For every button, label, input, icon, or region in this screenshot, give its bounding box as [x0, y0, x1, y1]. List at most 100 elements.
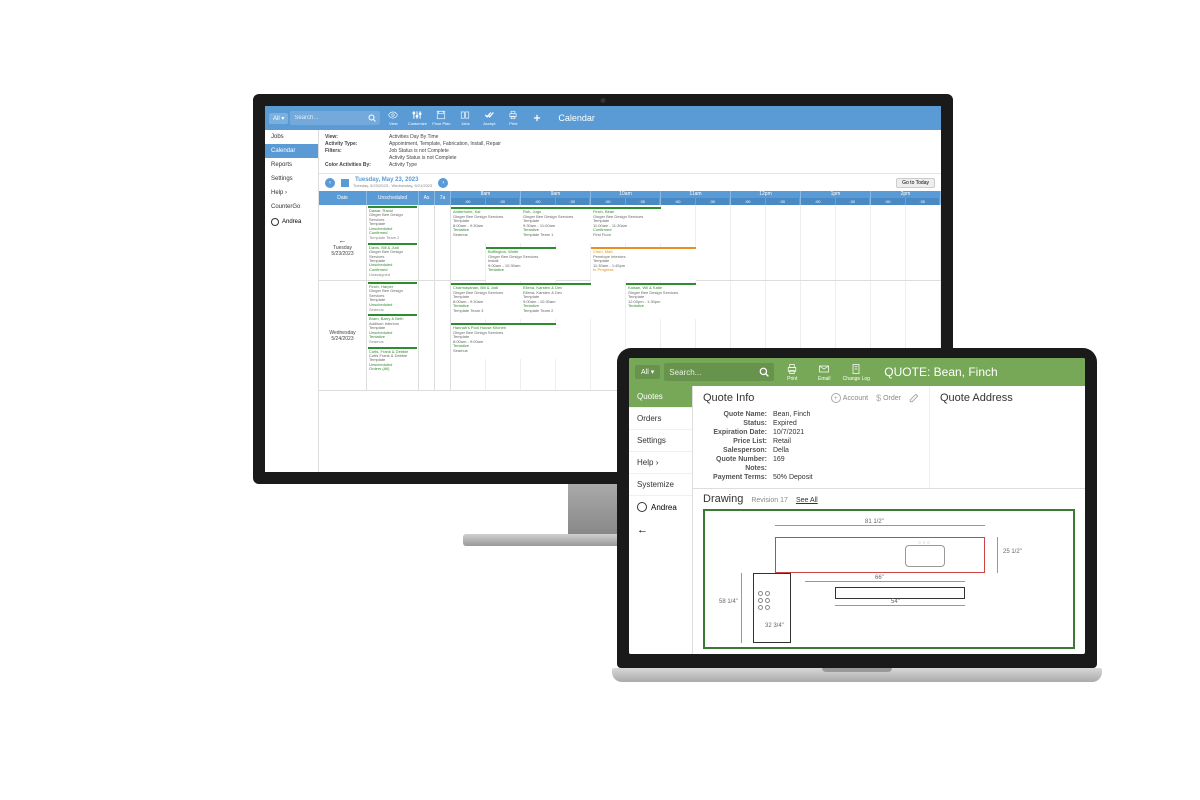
prev-button[interactable]: ‹ — [325, 178, 335, 188]
sidebar-item-calendar[interactable]: Calendar — [265, 144, 318, 158]
calendar-event[interactable]: Buffington, WolfeGinger Bee Design Servi… — [486, 247, 556, 283]
app-title: Calendar — [558, 113, 595, 123]
info-row: Notes: — [703, 464, 919, 473]
search-icon — [759, 367, 769, 377]
print-button[interactable]: Print — [778, 363, 806, 382]
info-value: Della — [773, 447, 789, 454]
changelog-button[interactable]: Change Log — [842, 363, 870, 382]
quote-address-panel: Quote Address — [929, 386, 1085, 488]
chevron-right-icon: › — [656, 458, 659, 467]
quote-sidebar: Quotes Orders Settings Help › Systemize … — [629, 386, 693, 654]
edit-button[interactable] — [909, 393, 919, 403]
pencil-icon — [909, 393, 919, 403]
dim-left: 58 1/4" — [719, 599, 738, 605]
calendar-icon[interactable] — [341, 179, 349, 187]
sink-shape — [905, 545, 945, 567]
account-button[interactable]: +Account — [831, 393, 868, 403]
unscheduled-event[interactable]: Cutts, Frank & DebbieCutts Frank & Debbi… — [368, 347, 417, 374]
drawing-title: Drawing — [703, 493, 743, 505]
dollar-icon: $ — [876, 393, 881, 403]
search-input[interactable]: Search... — [290, 111, 380, 125]
see-all-link[interactable]: See All — [796, 497, 818, 504]
add-button[interactable] — [526, 113, 548, 123]
calendar-datebar: ‹ Tuesday, May 23, 2023 Tuesday, 5/23/20… — [319, 173, 941, 191]
info-label: Expiration Date: — [703, 429, 773, 436]
hours-column: Anderholm, KaiGinger Bee Design Services… — [451, 205, 941, 280]
sidebar-item-countergo[interactable]: CounterGo — [265, 200, 318, 214]
sidebar-item-quotes[interactable]: Quotes — [629, 386, 692, 408]
drawing-revision: Revision 17 — [751, 497, 788, 504]
panel-title: Quote Info — [703, 392, 754, 404]
dim-line — [997, 537, 998, 573]
info-value: Bean, Finch — [773, 411, 810, 418]
calendar-event[interactable]: Hannah's Pool House KitchenGinger Bee De… — [451, 323, 556, 359]
drawing-canvas[interactable]: ○ ○ ○ 81 1/2" — [703, 509, 1075, 649]
sidebar-item-reports[interactable]: Reports — [265, 158, 318, 172]
laptop: All ▾ Search... Print Email Change Log Q… — [612, 348, 1102, 682]
info-row: Status:Expired — [703, 419, 919, 428]
header-hour: 11am:00:30 — [661, 191, 731, 205]
laptop-bezel: All ▾ Search... Print Email Change Log Q… — [617, 348, 1097, 668]
dim-inner2: 54" — [891, 599, 900, 605]
view-button[interactable]: View — [382, 110, 404, 126]
calendar-event[interactable]: Charmayanan, Bill & JodiGinger Bee Desig… — [451, 283, 521, 319]
unscheduled-event[interactable]: Bram, Barry & BethAddison InteriorsTempl… — [368, 314, 417, 345]
goto-today-button[interactable]: Go to Today — [896, 178, 935, 188]
dim-bottom-left: 32 3/4" — [765, 623, 784, 629]
collapse-icon[interactable]: ← — [321, 236, 364, 245]
eye-icon — [388, 110, 398, 120]
panel-title: Quote Address — [940, 392, 1013, 404]
dim-top: 81 1/2" — [865, 519, 884, 525]
sidebar-item-systemize[interactable]: Systemize — [629, 474, 692, 496]
dim-line — [775, 525, 985, 526]
order-button[interactable]: $Order — [876, 393, 901, 403]
day-row: ←Tuesday5/23/2023Dawar, RaoulGinger Bee … — [319, 205, 941, 281]
calendar-filters: View:Activities Day By Time Activity Typ… — [319, 130, 941, 173]
customize-button[interactable]: Customize — [406, 110, 428, 126]
info-label: Quote Number: — [703, 456, 773, 463]
unscheduled-event[interactable]: Dawar, RaoulGinger Bee Design ServicesTe… — [368, 206, 417, 242]
search-input[interactable]: Search... — [664, 363, 774, 381]
save-icon — [436, 110, 446, 120]
calendar-event[interactable]: Anderholm, KaiGinger Bee Design Services… — [451, 207, 521, 243]
sidebar-user[interactable]: Andrea — [265, 214, 318, 230]
scope-dropdown[interactable]: All ▾ — [635, 365, 660, 379]
collapse-sidebar-button[interactable]: ← — [629, 518, 692, 542]
calendar-event[interactable]: Chen, MattPenelope InteriorsTemplate11:3… — [591, 247, 696, 283]
info-row: Quote Number:169 — [703, 455, 919, 464]
scope-dropdown[interactable]: All ▾ — [269, 113, 288, 124]
accept-button[interactable]: Accept — [478, 110, 500, 126]
day-label: Wednesday5/24/2023 — [319, 281, 367, 390]
dim-line — [741, 573, 742, 643]
jobs-button[interactable]: Jobs — [454, 110, 476, 126]
sidebar-item-settings[interactable]: Settings — [265, 172, 318, 186]
sidebar-item-jobs[interactable]: Jobs — [265, 130, 318, 144]
unscheduled-event[interactable]: Finch, HarperGinger Bee Design ServicesT… — [368, 282, 417, 313]
dim-line — [805, 581, 965, 582]
early-column — [435, 205, 451, 280]
calendar-event[interactable]: Finch, BeanGinger Bee Design ServicesTem… — [591, 207, 661, 243]
floorplan-button[interactable]: Floor Plan — [430, 110, 452, 126]
calendar-event[interactable]: Kaisan, Wil & KatieGinger Bee Design Ser… — [626, 283, 696, 319]
dim-right: 25 1/2" — [1003, 549, 1022, 555]
sidebar-item-settings[interactable]: Settings — [629, 430, 692, 452]
sidebar-item-help[interactable]: Help › — [265, 186, 318, 200]
calendar-event[interactable]: Roh, JugoGinger Bee Design ServicesTempl… — [521, 207, 591, 243]
laptop-notch — [822, 348, 892, 358]
sidebar-item-orders[interactable]: Orders — [629, 408, 692, 430]
quote-main: Quote Info +Account $Order Quote Name:Be… — [693, 386, 1085, 654]
quote-body: Quotes Orders Settings Help › Systemize … — [629, 386, 1085, 654]
header-unscheduled: Unscheduled — [367, 191, 419, 205]
chevron-down-icon: ▾ — [281, 116, 284, 122]
quote-app-screen: All ▾ Search... Print Email Change Log Q… — [629, 358, 1085, 654]
unscheduled-event[interactable]: Davis, Bill & JudiGinger Bee Design Serv… — [368, 243, 417, 279]
email-button[interactable]: Email — [810, 363, 838, 382]
print-button[interactable]: Print — [502, 110, 524, 126]
sidebar-item-help[interactable]: Help › — [629, 452, 692, 474]
info-label: Payment Terms: — [703, 474, 773, 481]
calendar-event[interactable]: Ellena, Karsten & DevEllena, Karsten & D… — [521, 283, 591, 319]
next-button[interactable]: › — [438, 178, 448, 188]
info-value: Retail — [773, 438, 791, 445]
info-row: Quote Name:Bean, Finch — [703, 410, 919, 419]
sidebar-user[interactable]: Andrea — [629, 496, 692, 518]
